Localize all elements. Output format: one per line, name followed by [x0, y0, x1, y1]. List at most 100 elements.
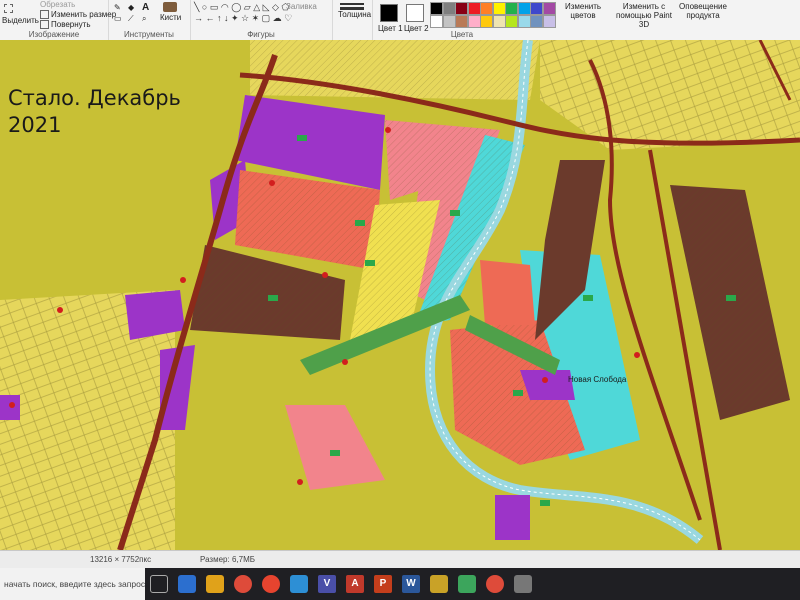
fill-bucket-icon[interactable]: ◆: [128, 3, 134, 12]
zone-code-marker: [513, 390, 523, 396]
select-label: Выделить: [2, 16, 39, 25]
file-explorer-icon[interactable]: [206, 575, 224, 593]
folder-icon[interactable]: [430, 575, 448, 593]
app-icon-2[interactable]: [458, 575, 476, 593]
map-title-line1: Стало. Декабрь: [8, 86, 181, 110]
crop-button[interactable]: Обрезать: [40, 0, 75, 9]
eraser-icon[interactable]: ▭: [114, 14, 122, 23]
file-size: Размер: 6,7МБ: [200, 555, 255, 564]
text-tool-button[interactable]: A: [142, 2, 149, 13]
app-icon-3[interactable]: [514, 575, 532, 593]
size-label: Толщина: [338, 10, 372, 19]
tools-group: ✎ ◆ A ▭ ⟋ ⌕ Кисти Инструменты: [108, 0, 191, 40]
palette-swatch[interactable]: [480, 2, 493, 15]
palette-swatch[interactable]: [467, 2, 481, 15]
palette-swatch[interactable]: [467, 15, 481, 28]
palette-swatch[interactable]: [517, 2, 531, 15]
map-marker: [9, 402, 15, 408]
map-title-line2: 2021: [8, 113, 62, 137]
task-view-icon[interactable]: [150, 575, 168, 593]
map-marker: [57, 307, 63, 313]
fill-button[interactable]: Заливка: [286, 2, 317, 11]
map-title: Стало. Декабрь 2021: [8, 85, 181, 139]
pdf-icon[interactable]: A: [346, 575, 364, 593]
shapes-gallery-row2[interactable]: → ← ↑ ↓ ✦ ☆ ✶ ▢ ☁ ♡: [194, 13, 292, 24]
palette-swatch[interactable]: [542, 15, 556, 28]
zone-code-marker: [583, 295, 593, 301]
edit-colors-label: Изменить цветов: [564, 2, 602, 20]
map-marker: [322, 272, 328, 278]
palette-swatch[interactable]: [442, 15, 456, 28]
palette-swatch[interactable]: [455, 15, 468, 28]
palette-swatch[interactable]: [430, 2, 443, 15]
zone-code-marker: [355, 220, 365, 226]
image-group: Выделить Обрезать Изменить размер Поверн…: [0, 0, 116, 40]
product-alert-button[interactable]: Оповещение продукта: [678, 2, 728, 20]
map-marker: [634, 352, 640, 358]
map-marker: [180, 277, 186, 283]
paint-ribbon: Выделить Обрезать Изменить размер Поверн…: [0, 0, 800, 41]
rotate-icon: [40, 20, 49, 30]
select-button[interactable]: [4, 4, 15, 14]
color2-swatch[interactable]: [406, 4, 424, 22]
map-marker: [542, 377, 548, 383]
zone-residential-north-hatch: [250, 40, 540, 100]
app-icon[interactable]: [290, 575, 308, 593]
chrome-icon[interactable]: [234, 575, 252, 593]
palette-swatch[interactable]: [505, 15, 518, 28]
pencil-icon[interactable]: ✎: [114, 3, 121, 12]
palette-swatch[interactable]: [542, 2, 556, 15]
resize-button[interactable]: Изменить размер: [40, 10, 117, 20]
map-canvas[interactable]: Новая Слобода Стало. Декабрь 2021: [0, 40, 800, 550]
palette-swatch[interactable]: [480, 15, 493, 28]
palette-swatch[interactable]: [430, 15, 443, 28]
zone-commercial-mid: [480, 260, 535, 325]
rotate-button[interactable]: Повернуть: [40, 20, 91, 30]
map-marker: [297, 479, 303, 485]
color1-swatch[interactable]: [380, 4, 398, 22]
shapes-gallery[interactable]: ╲ ○ ▭ ◠ ◯ ▱ △ ◺ ◇ ⬠: [194, 2, 289, 13]
brush-icon: [163, 2, 177, 12]
viber-icon[interactable]: V: [318, 575, 336, 593]
resize-label: Изменить размер: [51, 10, 117, 19]
chrome-icon-2[interactable]: [486, 575, 504, 593]
palette-swatch[interactable]: [455, 2, 468, 15]
powerpoint-icon[interactable]: P: [374, 575, 392, 593]
word-icon[interactable]: W: [402, 575, 420, 593]
zone-code-marker: [297, 135, 307, 141]
palette-swatch[interactable]: [517, 15, 531, 28]
resize-icon: [40, 10, 49, 20]
taskbar-search[interactable]: начать поиск, введите здесь запрос: [0, 568, 145, 600]
tools-group-label: Инструменты: [124, 30, 174, 39]
status-bar: 13216 × 7752пкс Размер: 6,7МБ: [0, 550, 800, 569]
magnifier-icon[interactable]: ⌕: [142, 14, 146, 24]
product-alert-label: Оповещение продукта: [679, 2, 727, 20]
paint3d-label: Изменить с помощью Paint 3D: [616, 2, 672, 29]
color-picker-icon[interactable]: ⟋: [128, 14, 134, 24]
size-group: Толщина: [332, 0, 373, 40]
fill-label: Заливка: [286, 2, 317, 11]
palette-swatch[interactable]: [530, 2, 543, 15]
edge-icon[interactable]: [178, 575, 196, 593]
palette-swatch[interactable]: [505, 2, 518, 15]
zone-code-marker: [365, 260, 375, 266]
taskbar: начать поиск, введите здесь запрос V A P…: [0, 568, 800, 600]
yandex-icon[interactable]: [262, 575, 280, 593]
shapes-group: ╲ ○ ▭ ◠ ◯ ▱ △ ◺ ◇ ⬠ → ← ↑ ↓ ✦ ☆ ✶ ▢ ☁ ♡ …: [190, 0, 333, 40]
map-marker: [269, 180, 275, 186]
zone-industrial-small-3: [495, 495, 530, 540]
palette-swatch[interactable]: [442, 2, 456, 15]
zone-code-marker: [450, 210, 460, 216]
palette-swatch[interactable]: [492, 15, 506, 28]
colors-group: Цвет 1 Цвет 2 Изменить цветов Изменить с…: [372, 0, 800, 40]
line-size-icon[interactable]: [340, 3, 364, 5]
zone-code-marker: [268, 295, 278, 301]
palette-swatch[interactable]: [530, 15, 543, 28]
paint3d-button[interactable]: Изменить с помощью Paint 3D: [612, 2, 676, 29]
edit-colors-button[interactable]: Изменить цветов: [558, 2, 608, 20]
palette-swatch[interactable]: [492, 2, 506, 15]
zone-code-marker: [726, 295, 736, 301]
rotate-label: Повернуть: [51, 20, 91, 29]
zone-code-marker: [330, 450, 340, 456]
colors-group-label: Цвета: [450, 30, 474, 39]
